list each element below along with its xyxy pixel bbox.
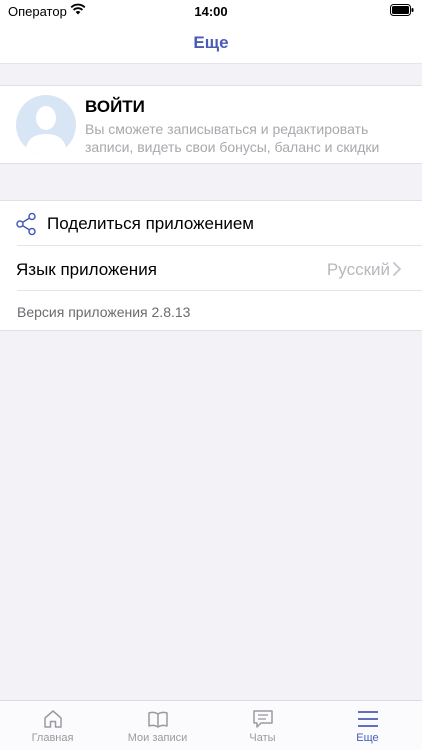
login-description: Вы сможете записываться и редактировать …: [85, 121, 380, 155]
page-title: Еще: [193, 33, 229, 52]
tab-my-bookings[interactable]: Мои записи: [105, 701, 210, 750]
status-time: 14:00: [194, 4, 228, 19]
login-title: ВОЙТИ: [85, 97, 145, 116]
tab-home-label: Главная: [31, 732, 74, 744]
login-card[interactable]: ВОЙТИ Вы сможете записываться и редактир…: [0, 85, 422, 164]
tab-chats[interactable]: Чаты: [210, 701, 315, 750]
tab-more-label: Еще: [356, 732, 379, 744]
home-icon: [44, 710, 62, 728]
avatar-placeholder-icon: [16, 95, 76, 155]
app-language-label: Язык приложения: [16, 260, 157, 279]
status-bar: Оператор 14:00: [0, 0, 422, 22]
app-language-row[interactable]: Язык приложения Русский: [0, 246, 422, 291]
app-version-row: Версия приложения 2.8.13: [0, 291, 422, 332]
menu-icon: [358, 711, 378, 727]
tab-bar: Главная Мои записи Чаты Еще: [0, 700, 422, 750]
tab-more[interactable]: Еще: [315, 701, 420, 750]
chevron-right-icon: [393, 262, 401, 276]
share-icon: [16, 212, 36, 236]
app-language-value: Русский: [326, 260, 390, 279]
book-icon: [148, 711, 168, 728]
battery-icon: [390, 4, 414, 16]
tab-chats-label: Чаты: [249, 732, 276, 744]
settings-menu: Поделиться приложением Язык приложения Р…: [0, 200, 422, 331]
tab-home[interactable]: Главная: [0, 701, 105, 750]
tab-my-bookings-label: Мои записи: [127, 732, 188, 744]
share-app-label: Поделиться приложением: [47, 214, 254, 233]
share-app-row[interactable]: Поделиться приложением: [0, 201, 422, 246]
app-version-label: Версия приложения 2.8.13: [17, 304, 191, 320]
chat-icon: [253, 710, 273, 728]
nav-bar: Еще: [0, 22, 422, 64]
